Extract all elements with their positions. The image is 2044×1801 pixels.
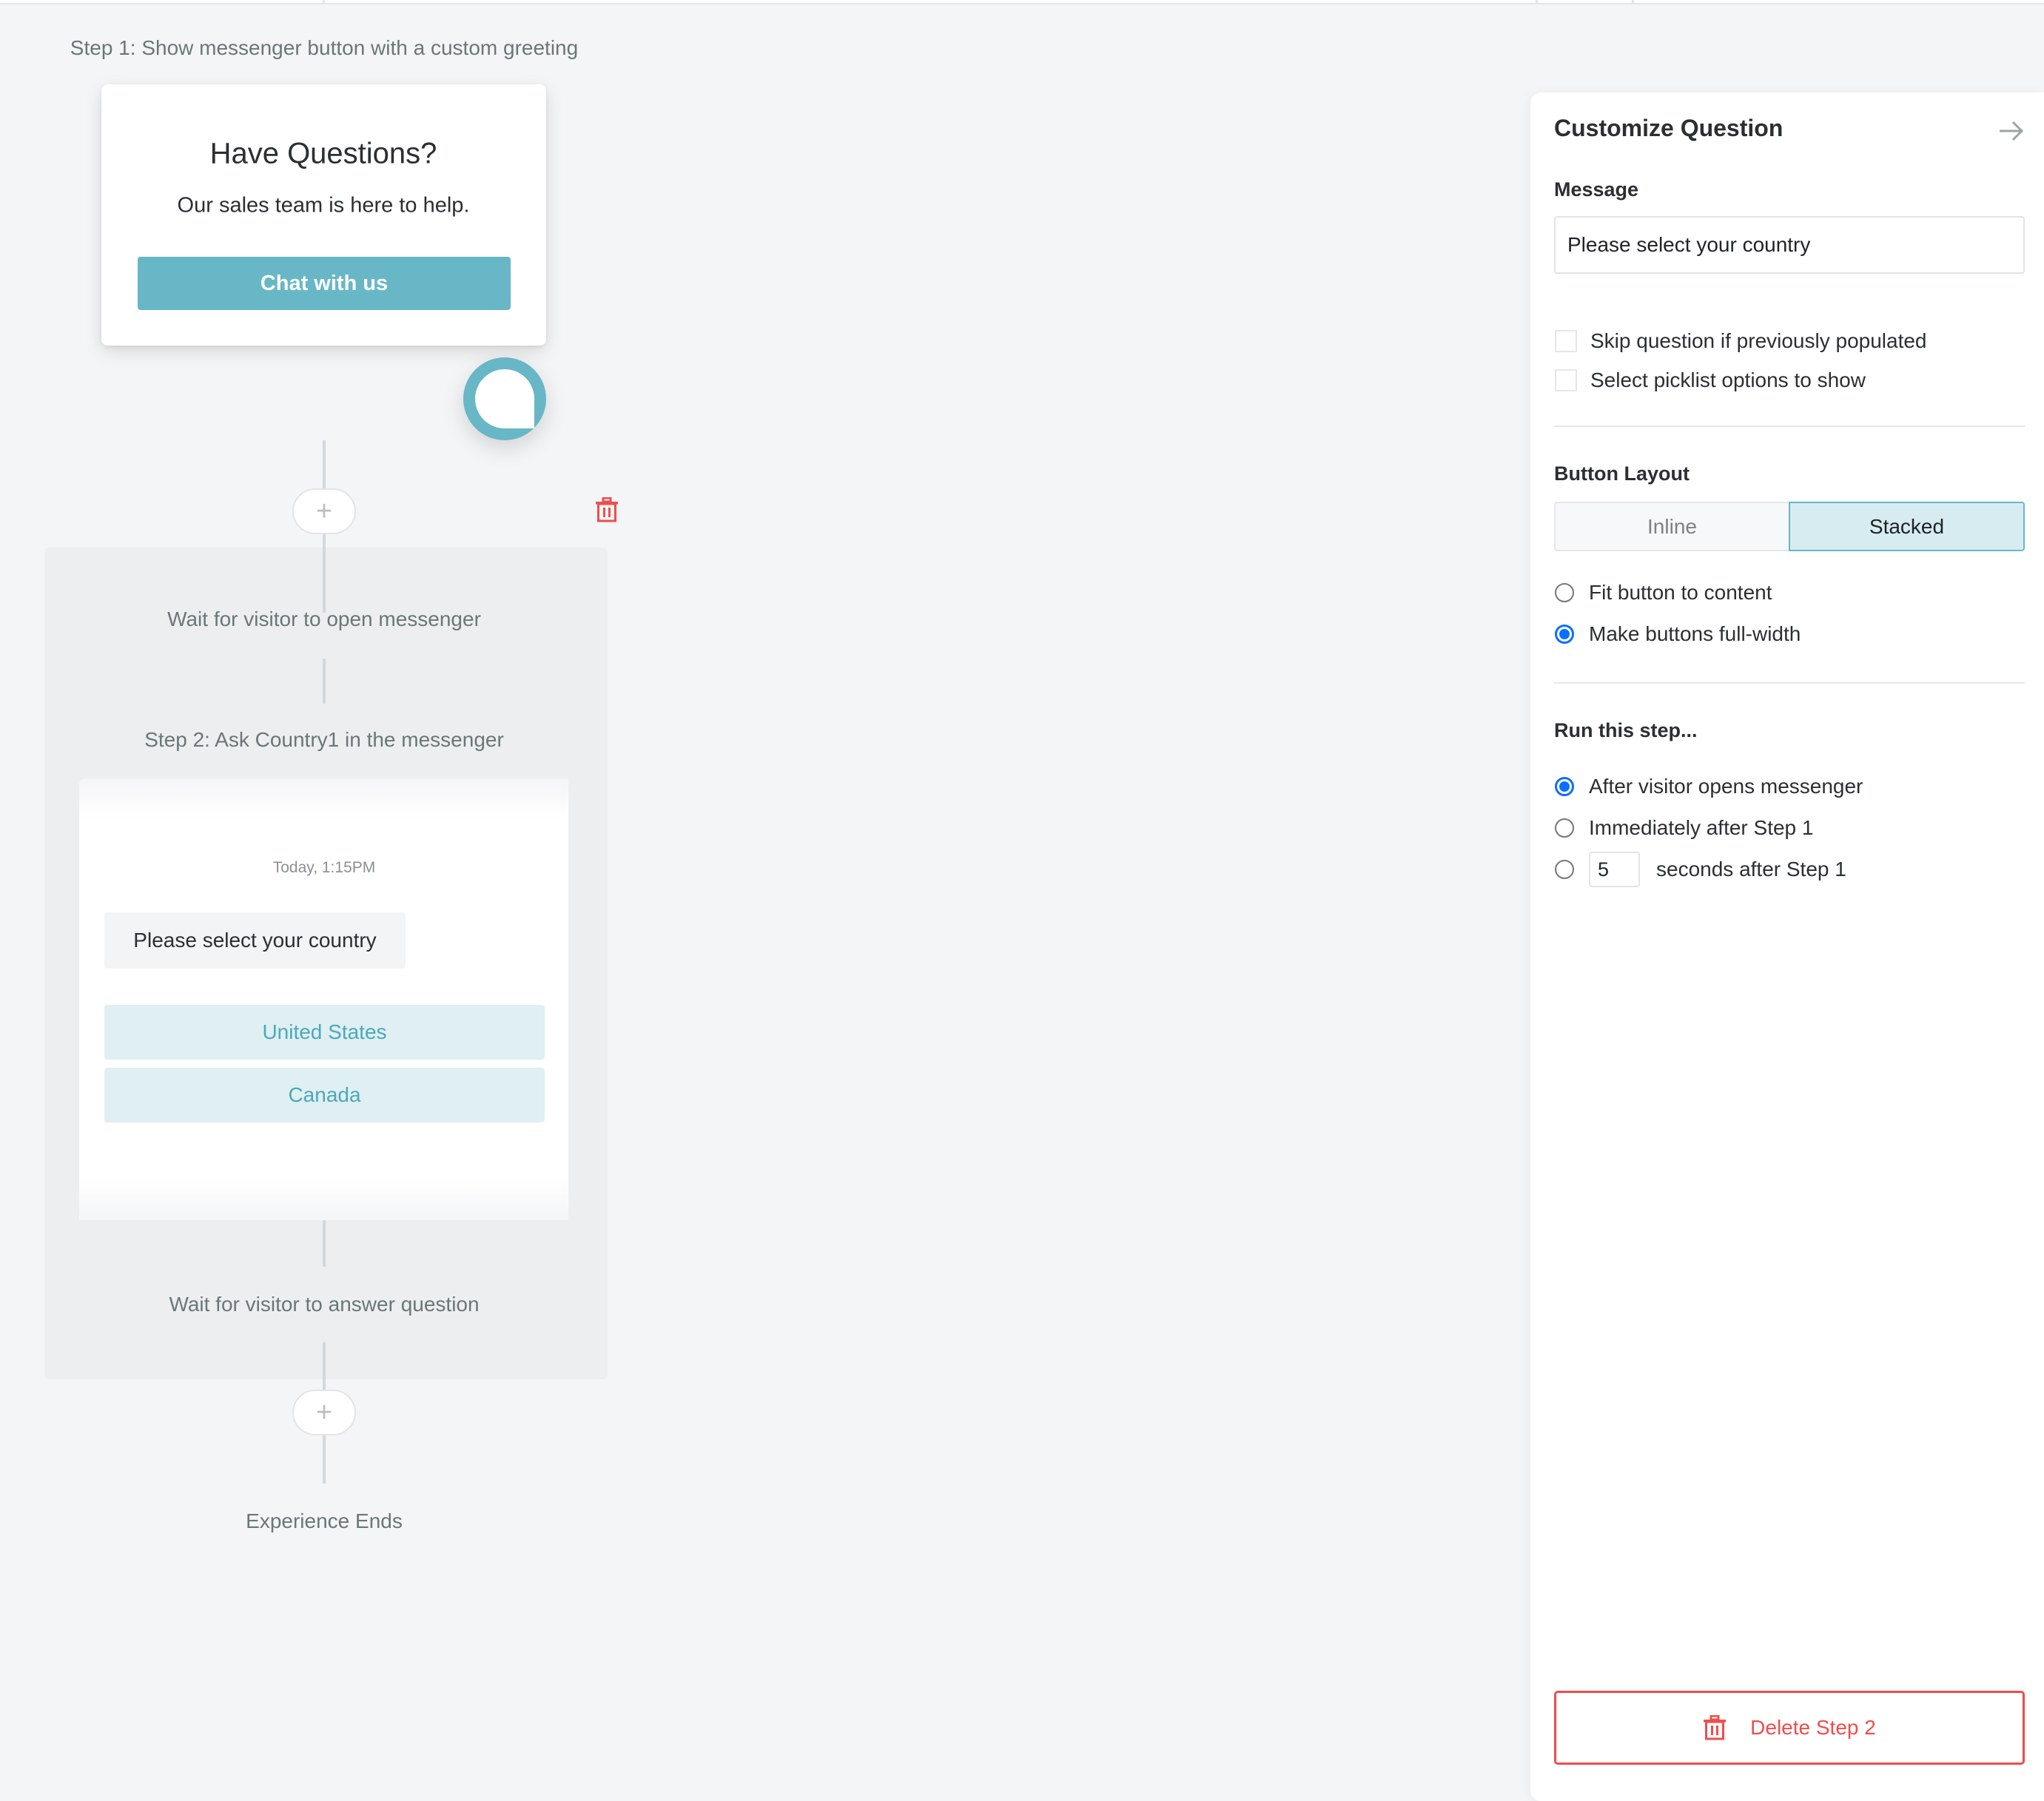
- full-width-label: Make buttons full-width: [1589, 622, 1801, 645]
- immediately-label: Immediately after Step 1: [1589, 816, 1814, 839]
- fit-content-label: Fit button to content: [1589, 581, 1772, 604]
- flow-connector: [323, 1342, 326, 1390]
- question-message-bubble: Please select your country: [104, 912, 406, 969]
- skip-question-checkbox[interactable]: [1555, 330, 1577, 352]
- toolbar-divider: [1632, 0, 1634, 4]
- messenger-launcher-button[interactable]: [463, 357, 546, 440]
- flow-connector: [323, 1435, 326, 1484]
- flow-connector: [323, 1220, 326, 1267]
- immediately-radio-row[interactable]: Immediately after Step 1: [1555, 816, 1813, 840]
- top-toolbar-strip: [0, 0, 2044, 4]
- flow-connector: [323, 534, 326, 613]
- delete-step-label: Delete Step 2: [1750, 1716, 1876, 1739]
- delay-label: seconds after Step 1: [1656, 858, 1846, 881]
- plus-icon: +: [315, 1397, 333, 1428]
- experience-ends-label: Experience Ends: [246, 1509, 403, 1532]
- add-step-button[interactable]: +: [292, 488, 356, 534]
- connector-top: [323, 0, 325, 4]
- picklist-options-checkbox-row[interactable]: Select picklist options to show: [1555, 368, 1866, 392]
- message-timestamp: Today, 1:15PM: [272, 859, 376, 876]
- delete-step-trash-icon[interactable]: [595, 497, 619, 522]
- chat-with-us-button[interactable]: Chat with us: [138, 257, 511, 310]
- message-input[interactable]: [1554, 216, 2025, 274]
- button-layout-label: Button Layout: [1554, 462, 1690, 485]
- panel-title: Customize Question: [1554, 115, 1784, 141]
- section-divider: [1554, 682, 2025, 684]
- delete-step-button[interactable]: Delete Step 2: [1554, 1691, 2025, 1765]
- immediately-radio[interactable]: [1555, 818, 1574, 838]
- delay-radio-row[interactable]: seconds after Step 1: [1555, 852, 1846, 887]
- message-label: Message: [1554, 178, 1639, 201]
- arrow-right-icon[interactable]: [1997, 118, 2026, 144]
- greeting-card[interactable]: Have Questions? Our sales team is here t…: [101, 84, 546, 346]
- skip-question-checkbox-row[interactable]: Skip question if previously populated: [1555, 329, 1927, 353]
- after-open-label: After visitor opens messenger: [1589, 775, 1863, 798]
- step1-label: Step 1: Show messenger button with a cus…: [70, 36, 579, 59]
- picklist-options-checkbox[interactable]: [1555, 369, 1577, 391]
- fit-content-radio-row[interactable]: Fit button to content: [1555, 581, 1772, 605]
- flow-connector: [323, 659, 326, 704]
- flow-connector: [323, 440, 326, 489]
- answer-option-canada[interactable]: Canada: [104, 1068, 545, 1122]
- fit-content-radio[interactable]: [1555, 583, 1574, 602]
- wait-open-label: Wait for visitor to open messenger: [167, 607, 481, 630]
- button-layout-toggle: Inline Stacked: [1554, 502, 2025, 551]
- delay-radio[interactable]: [1555, 860, 1574, 879]
- after-open-radio-row[interactable]: After visitor opens messenger: [1555, 775, 1863, 798]
- after-open-radio[interactable]: [1555, 777, 1574, 796]
- add-step-button[interactable]: +: [292, 1390, 356, 1435]
- section-divider: [1554, 425, 2025, 427]
- trash-icon: [1704, 1715, 1727, 1740]
- picklist-options-label: Select picklist options to show: [1590, 368, 1866, 391]
- customize-question-panel: Customize Question Message Skip question…: [1530, 92, 2044, 1801]
- layout-inline-option[interactable]: Inline: [1554, 502, 1789, 551]
- greeting-subtitle: Our sales team is here to help.: [177, 193, 470, 218]
- run-step-label: Run this step...: [1554, 719, 1698, 741]
- messenger-preview[interactable]: Today, 1:15PM Please select your country…: [79, 778, 568, 1220]
- wait-answer-label: Wait for visitor to answer question: [169, 1293, 480, 1316]
- full-width-radio[interactable]: [1555, 625, 1574, 644]
- delay-seconds-input[interactable]: [1589, 852, 1640, 887]
- full-width-radio-row[interactable]: Make buttons full-width: [1555, 622, 1801, 646]
- chat-bubble-icon: [475, 369, 534, 428]
- plus-icon: +: [315, 496, 333, 527]
- layout-stacked-option[interactable]: Stacked: [1789, 502, 2025, 551]
- toolbar-divider: [1536, 0, 1538, 4]
- answer-option-united-states[interactable]: United States: [104, 1005, 545, 1060]
- step2-label: Step 2: Ask Country1 in the messenger: [144, 728, 504, 751]
- skip-question-label: Skip question if previously populated: [1590, 329, 1927, 352]
- greeting-title: Have Questions?: [209, 137, 437, 170]
